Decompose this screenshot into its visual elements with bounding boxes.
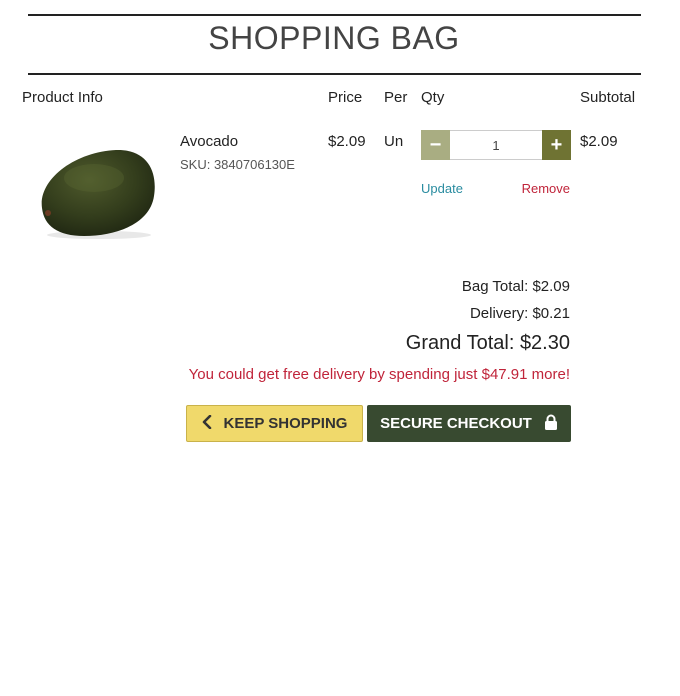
header-price: Price: [328, 89, 363, 106]
product-name[interactable]: Avocado: [180, 133, 238, 150]
header-per: Per: [384, 89, 408, 106]
product-sku: SKU: 3840706130E: [180, 157, 295, 172]
header-qty: Qty: [421, 89, 445, 106]
header-subtotal: Subtotal: [580, 89, 636, 106]
free-delivery-message: You could get free delivery by spending …: [188, 366, 570, 383]
header-product-info: Product Info: [22, 89, 103, 106]
remove-item-link[interactable]: Remove: [522, 181, 570, 196]
quantity-stepper: − +: [421, 130, 571, 160]
shopping-bag-page: SHOPPING BAG Product Info Price Per Qty …: [0, 0, 680, 696]
title-top-divider: [28, 14, 641, 16]
minus-icon: −: [429, 133, 442, 156]
secure-checkout-label: SECURE CHECKOUT: [380, 415, 532, 432]
product-image-avocado[interactable]: [34, 140, 164, 240]
keep-shopping-button[interactable]: KEEP SHOPPING: [186, 405, 363, 442]
item-per: Un: [384, 133, 404, 150]
item-subtotal: $2.09: [580, 133, 618, 150]
bag-total: Bag Total: $2.09: [461, 278, 570, 295]
item-price: $2.09: [328, 133, 366, 150]
decrease-quantity-button[interactable]: −: [421, 130, 450, 160]
delivery-cost: Delivery: $0.21: [469, 305, 570, 322]
secure-checkout-button[interactable]: SECURE CHECKOUT: [367, 405, 571, 442]
chevron-left-icon: [202, 414, 212, 433]
grand-total: Grand Total: $2.30: [405, 332, 570, 354]
plus-icon: +: [550, 133, 563, 156]
title-bottom-divider: [28, 73, 641, 75]
update-quantity-link[interactable]: Update: [421, 181, 463, 196]
page-title: SHOPPING BAG: [208, 20, 460, 56]
keep-shopping-label: KEEP SHOPPING: [223, 415, 348, 432]
increase-quantity-button[interactable]: +: [542, 130, 571, 160]
quantity-input[interactable]: [450, 130, 542, 160]
lock-icon: [544, 414, 558, 434]
